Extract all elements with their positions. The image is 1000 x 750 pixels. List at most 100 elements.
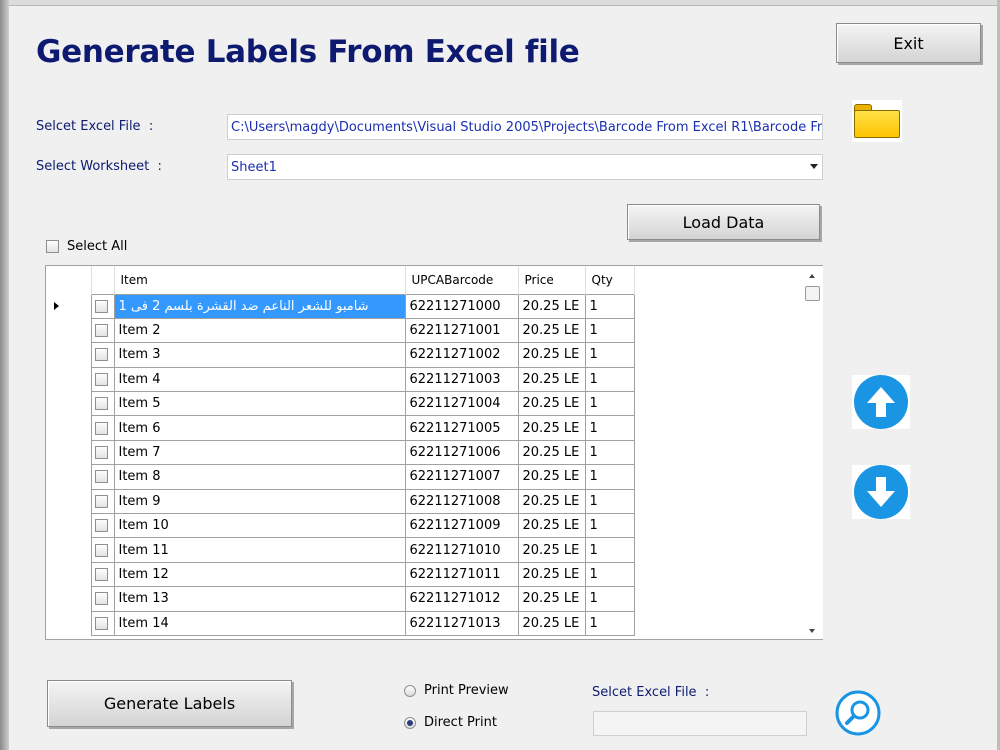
row-checkbox[interactable]	[94, 348, 108, 362]
row-header[interactable]	[46, 391, 92, 416]
table-row[interactable]: Item 5 62211271004 20.25 LE 1	[46, 391, 635, 417]
search-button[interactable]	[835, 690, 881, 736]
row-header[interactable]	[46, 367, 92, 392]
cell-item[interactable]: شامبو للشعر الناعم ضد القشرة بلسم 2 فى 1	[113, 293, 406, 319]
cell-price[interactable]: 20.25 LE	[517, 537, 586, 563]
cell-item[interactable]: Item 10	[113, 513, 406, 539]
cell-item[interactable]: Item 4	[113, 366, 406, 393]
row-header[interactable]	[46, 611, 92, 636]
cell-price[interactable]: 20.25 LE	[517, 293, 586, 319]
cell-price[interactable]: 20.25 LE	[517, 586, 586, 612]
exit-button[interactable]: Exit	[836, 23, 981, 63]
table-row[interactable]: Item 6 62211271005 20.25 LE 1	[46, 415, 635, 441]
row-header[interactable]	[46, 342, 92, 368]
move-up-button[interactable]	[852, 375, 910, 429]
cell-upcabarcode[interactable]: 62211271007	[404, 464, 519, 490]
cell-upcabarcode[interactable]: 62211271013	[404, 610, 519, 636]
cell-qty[interactable]: 1	[584, 586, 635, 612]
row-checkbox[interactable]	[94, 567, 108, 581]
row-header[interactable]	[46, 562, 92, 587]
table-row[interactable]: Item 10 62211271009 20.25 LE 1	[46, 513, 635, 539]
browse-folder-button[interactable]	[852, 100, 902, 142]
direct-print-radio[interactable]: Direct Print	[404, 715, 497, 730]
row-header[interactable]	[46, 464, 92, 490]
column-header-price[interactable]: Price	[518, 266, 586, 294]
scroll-up-icon[interactable]	[809, 274, 815, 278]
table-row[interactable]: Item 11 62211271010 20.25 LE 1	[46, 537, 635, 563]
cell-upcabarcode[interactable]: 62211271010	[404, 537, 519, 563]
row-header[interactable]	[46, 415, 92, 441]
table-row[interactable]: Item 4 62211271003 20.25 LE 1	[46, 366, 635, 393]
grid-vertical-scrollbar[interactable]	[803, 266, 823, 639]
cell-upcabarcode[interactable]: 62211271004	[404, 391, 519, 417]
table-row[interactable]: Item 12 62211271011 20.25 LE 1	[46, 561, 635, 588]
cell-price[interactable]: 20.25 LE	[517, 439, 586, 466]
row-header[interactable]	[46, 586, 92, 612]
select-all-checkbox[interactable]: Select All	[46, 239, 127, 254]
cell-item[interactable]: Item 7	[113, 439, 406, 466]
cell-item[interactable]: Item 8	[113, 464, 406, 490]
cell-item[interactable]: Item 12	[113, 561, 406, 588]
cell-qty[interactable]: 1	[584, 464, 635, 490]
cell-item[interactable]: Item 2	[113, 317, 406, 344]
cell-price[interactable]: 20.25 LE	[517, 561, 586, 588]
row-checkbox[interactable]	[94, 494, 108, 508]
move-down-button[interactable]	[852, 465, 910, 519]
load-data-button[interactable]: Load Data	[627, 204, 820, 240]
table-row[interactable]: Item 2 62211271001 20.25 LE 1	[46, 317, 635, 344]
scroll-down-icon[interactable]	[809, 629, 815, 633]
cell-upcabarcode[interactable]: 62211271006	[404, 439, 519, 466]
cell-qty[interactable]: 1	[584, 439, 635, 466]
table-row[interactable]: Item 9 62211271008 20.25 LE 1	[46, 488, 635, 515]
row-header[interactable]	[46, 489, 92, 514]
cell-item[interactable]: Item 13	[113, 586, 406, 612]
chevron-down-icon[interactable]	[810, 164, 818, 169]
cell-qty[interactable]: 1	[584, 293, 635, 319]
items-grid[interactable]: Item UPCABarcode Price Qty شامبو للشعر ا…	[45, 265, 823, 640]
row-header[interactable]	[46, 318, 92, 343]
row-checkbox[interactable]	[94, 519, 108, 533]
worksheet-select[interactable]: Sheet1	[227, 154, 823, 180]
cell-upcabarcode[interactable]: 62211271008	[404, 488, 519, 515]
row-checkbox[interactable]	[94, 446, 108, 460]
cell-price[interactable]: 20.25 LE	[517, 488, 586, 515]
cell-price[interactable]: 20.25 LE	[517, 610, 586, 636]
cell-upcabarcode[interactable]: 62211271012	[404, 586, 519, 612]
cell-upcabarcode[interactable]: 62211271005	[404, 415, 519, 441]
cell-price[interactable]: 20.25 LE	[517, 391, 586, 417]
cell-price[interactable]: 20.25 LE	[517, 317, 586, 344]
scrollbar-thumb[interactable]	[805, 286, 820, 301]
row-checkbox[interactable]	[94, 470, 108, 484]
cell-upcabarcode[interactable]: 62211271002	[404, 342, 519, 368]
cell-item[interactable]: Item 11	[113, 537, 406, 563]
cell-price[interactable]: 20.25 LE	[517, 464, 586, 490]
row-header[interactable]	[46, 294, 92, 319]
cell-qty[interactable]: 1	[584, 391, 635, 417]
cell-item[interactable]: Item 3	[113, 342, 406, 368]
row-header[interactable]	[46, 513, 92, 538]
cell-price[interactable]: 20.25 LE	[517, 342, 586, 368]
table-row[interactable]: شامبو للشعر الناعم ضد القشرة بلسم 2 فى 1…	[46, 293, 635, 319]
generate-labels-button[interactable]: Generate Labels	[47, 680, 292, 727]
row-checkbox[interactable]	[94, 372, 108, 386]
column-header-upcabarcode[interactable]: UPCABarcode	[405, 266, 519, 294]
row-checkbox[interactable]	[94, 616, 108, 630]
row-checkbox[interactable]	[94, 324, 108, 338]
cell-qty[interactable]: 1	[584, 537, 635, 563]
column-header-qty[interactable]: Qty	[585, 266, 635, 294]
cell-qty[interactable]: 1	[584, 317, 635, 344]
cell-upcabarcode[interactable]: 62211271000	[404, 293, 519, 319]
excel-file-path-field[interactable]: C:\Users\magdy\Documents\Visual Studio 2…	[227, 114, 823, 140]
cell-upcabarcode[interactable]: 62211271011	[404, 561, 519, 588]
cell-price[interactable]: 20.25 LE	[517, 366, 586, 393]
cell-qty[interactable]: 1	[584, 488, 635, 515]
row-checkbox[interactable]	[94, 421, 108, 435]
select-all-box[interactable]	[46, 240, 59, 253]
row-checkbox[interactable]	[94, 592, 108, 606]
row-checkbox[interactable]	[94, 299, 108, 313]
cell-item[interactable]: Item 14	[113, 610, 406, 636]
row-checkbox[interactable]	[94, 397, 108, 411]
direct-print-radio-dot[interactable]	[404, 716, 416, 729]
row-header[interactable]	[46, 537, 92, 563]
cell-qty[interactable]: 1	[584, 513, 635, 539]
